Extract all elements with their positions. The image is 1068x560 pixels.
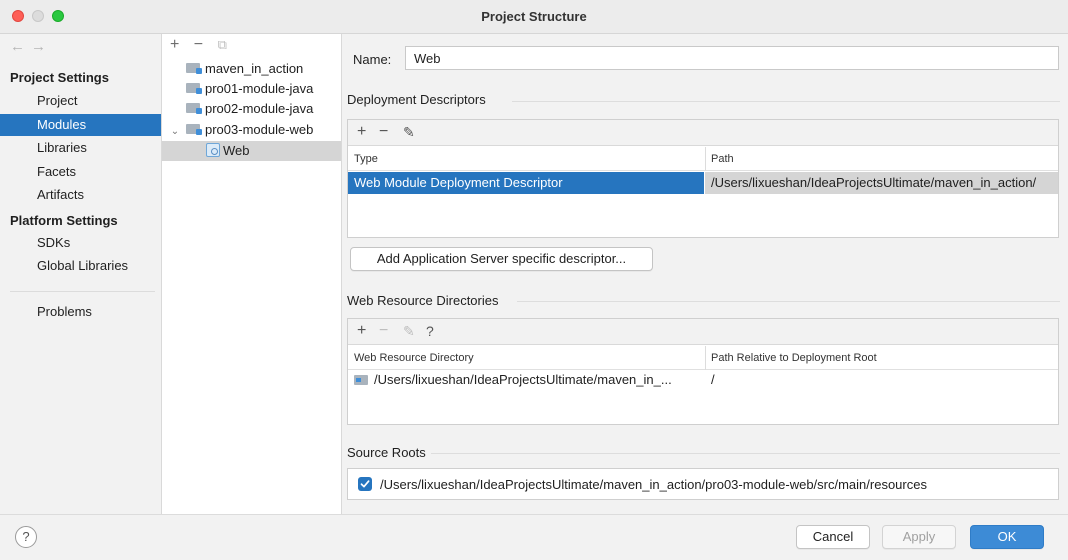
web-resource-toolbar: + − ✎ ? [348, 319, 1058, 345]
sidebar-item-facets[interactable]: Facets [0, 161, 161, 183]
tree-item-pro02-module-java[interactable]: pro02-module-java [162, 99, 341, 119]
module-tree-panel: + − ⧉ maven_in_action pro01-module-java … [162, 34, 342, 514]
tree-item-maven-in-action[interactable]: maven_in_action [162, 59, 341, 79]
module-folder-icon [186, 62, 202, 74]
tree-item-label: pro01-module-java [205, 81, 314, 96]
copy-module-icon[interactable]: ⧉ [218, 37, 227, 53]
tree-item-pro01-module-java[interactable]: pro01-module-java [162, 79, 341, 99]
sidebar-item-artifacts[interactable]: Artifacts [0, 184, 161, 206]
descriptor-type-cell[interactable]: Web Module Deployment Descriptor [348, 172, 704, 194]
sidebar-divider [10, 291, 155, 292]
name-label: Name: [353, 52, 392, 67]
history-navigation: ←→ [10, 38, 52, 55]
dialog-button-bar: ? Cancel Apply OK [0, 514, 1068, 560]
help-icon[interactable]: ? [426, 323, 434, 339]
platform-settings-header: Platform Settings [10, 213, 118, 228]
sidebar-item-problems[interactable]: Problems [0, 301, 161, 323]
remove-module-icon[interactable]: − [194, 36, 203, 54]
title-bar: Project Structure [0, 0, 1068, 34]
edit-resource-icon[interactable]: ✎ [403, 323, 415, 340]
sidebar-item-project[interactable]: Project [0, 90, 161, 112]
deployment-descriptors-table: + − ✎ Type Path Web Module Deployment De… [347, 119, 1059, 238]
column-divider [705, 346, 706, 370]
sidebar-item-modules[interactable]: Modules [0, 114, 161, 136]
column-header-relative-path[interactable]: Path Relative to Deployment Root [705, 346, 1058, 370]
section-divider [512, 101, 1060, 102]
web-resource-table: + − ✎ ? Web Resource Directory Path Rela… [347, 318, 1059, 425]
remove-resource-icon[interactable]: − [379, 322, 388, 340]
descriptor-path-cell[interactable]: /Users/lixueshan/IdeaProjectsUltimate/ma… [705, 172, 1058, 194]
source-roots-header: Source Roots [347, 445, 426, 460]
resource-directory-cell[interactable]: /Users/lixueshan/IdeaProjectsUltimate/ma… [348, 369, 703, 391]
add-module-icon[interactable]: + [170, 36, 179, 54]
web-resource-directories-header: Web Resource Directories [347, 293, 499, 308]
add-descriptor-icon[interactable]: + [357, 123, 366, 141]
back-arrow-icon[interactable]: ← [10, 38, 31, 55]
project-settings-header: Project Settings [10, 70, 109, 85]
cancel-button[interactable]: Cancel [796, 525, 870, 549]
source-root-checkbox[interactable] [358, 477, 372, 491]
module-folder-icon [186, 123, 202, 135]
column-header-web-resource-directory[interactable]: Web Resource Directory [348, 346, 705, 370]
tree-item-web-facet[interactable]: Web [162, 141, 341, 161]
apply-button[interactable]: Apply [882, 525, 956, 549]
name-field[interactable]: Web [405, 46, 1059, 70]
tree-item-label: pro02-module-java [205, 101, 314, 116]
descriptor-toolbar: + − ✎ [348, 120, 1058, 146]
help-button[interactable]: ? [15, 526, 37, 548]
relative-path-cell[interactable]: / [705, 369, 1058, 391]
tree-toolbar: + − ⧉ [170, 36, 237, 58]
section-divider [431, 453, 1060, 454]
column-divider [705, 147, 706, 171]
chevron-down-icon[interactable]: ⌄ [168, 122, 182, 142]
column-header-path[interactable]: Path [705, 147, 1058, 171]
web-folder-icon [354, 375, 368, 385]
resource-directory-path: /Users/lixueshan/IdeaProjectsUltimate/ma… [374, 372, 672, 387]
module-folder-icon [186, 102, 202, 114]
tree-item-label: Web [223, 143, 250, 158]
module-folder-icon [186, 82, 202, 94]
remove-descriptor-icon[interactable]: − [379, 123, 388, 141]
add-server-descriptor-button[interactable]: Add Application Server specific descript… [350, 247, 653, 271]
add-resource-icon[interactable]: + [357, 322, 366, 340]
deployment-descriptors-header: Deployment Descriptors [347, 92, 486, 107]
settings-sidebar: ←→ Project Settings Project Modules Libr… [0, 34, 162, 514]
source-root-path: /Users/lixueshan/IdeaProjectsUltimate/ma… [380, 477, 927, 492]
section-divider [517, 301, 1060, 302]
sidebar-item-global-libraries[interactable]: Global Libraries [0, 255, 161, 277]
edit-descriptor-icon[interactable]: ✎ [403, 124, 415, 141]
web-facet-icon [206, 143, 220, 157]
project-structure-window: Project Structure ←→ Project Settings Pr… [0, 0, 1068, 560]
ok-button[interactable]: OK [970, 525, 1044, 549]
sidebar-item-sdks[interactable]: SDKs [0, 232, 161, 254]
web-facet-details: Name: Web Deployment Descriptors + − ✎ T… [342, 34, 1068, 514]
check-icon [360, 480, 370, 488]
tree-item-label: pro03-module-web [205, 122, 314, 137]
tree-item-pro03-module-web[interactable]: ⌄ pro03-module-web [162, 120, 341, 140]
source-root-item: /Users/lixueshan/IdeaProjectsUltimate/ma… [347, 468, 1059, 500]
forward-arrow-icon[interactable]: → [31, 38, 52, 55]
sidebar-item-libraries[interactable]: Libraries [0, 137, 161, 159]
column-header-type[interactable]: Type [348, 147, 705, 171]
window-title: Project Structure [481, 9, 587, 24]
tree-item-label: maven_in_action [205, 61, 304, 76]
